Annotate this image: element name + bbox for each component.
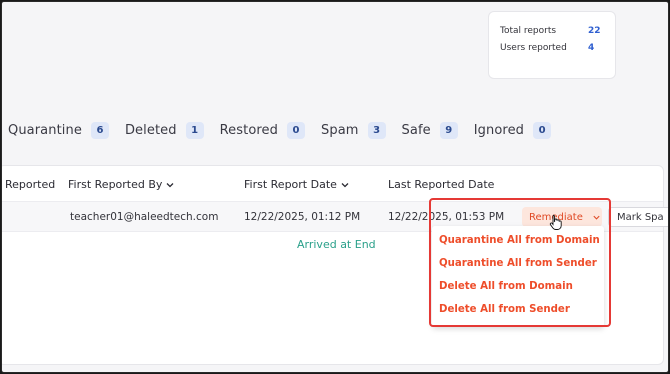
count-badge: 0 <box>287 121 305 139</box>
menu-item-quarantine-sender[interactable]: Quarantine All from Sender <box>439 258 597 269</box>
mark-spam-label: Mark Spa <box>617 212 664 223</box>
cell-first-report-date: 12/22/2025, 01:12 PM <box>244 211 361 223</box>
column-header-first-reported-by[interactable]: First Reported By <box>68 178 175 191</box>
tab-label: Deleted <box>124 122 177 138</box>
tab-deleted[interactable]: Deleted 1 <box>124 121 204 139</box>
tab-quarantine[interactable]: Quarantine 6 <box>8 121 109 139</box>
cell-last-reported-date: 12/22/2025, 01:53 PM <box>388 211 505 223</box>
chevron-down-icon <box>593 215 600 220</box>
column-header-label: Reported <box>5 178 56 191</box>
app-window: Total reports 22 Users reported 4 Quaran… <box>1 1 669 373</box>
table-header: Reported First Reported By First Report … <box>2 166 663 202</box>
count-badge: 6 <box>90 121 109 139</box>
menu-item-delete-domain[interactable]: Delete All from Domain <box>439 281 573 292</box>
stat-users-reported: Users reported 4 <box>500 39 615 56</box>
cell-first-reported-by: teacher01@haleedtech.com <box>70 211 219 223</box>
column-header-label: Last Reported Date <box>388 178 495 191</box>
count-badge: 0 <box>533 121 552 139</box>
tab-label: Spam <box>321 122 359 138</box>
tab-restored[interactable]: Restored 0 <box>219 121 305 139</box>
chevron-down-icon <box>341 182 349 187</box>
tab-ignored[interactable]: Ignored 0 <box>473 121 552 139</box>
stat-total-reports: Total reports 22 <box>500 22 615 39</box>
column-header-label: First Reported By <box>68 178 163 191</box>
count-badge: 9 <box>439 121 458 139</box>
tab-label: Restored <box>219 122 278 138</box>
column-header-label: First Report Date <box>244 178 337 191</box>
column-header-first-report-date[interactable]: First Report Date <box>244 178 350 191</box>
tab-label: Safe <box>401 122 431 138</box>
hand-cursor-icon <box>549 214 562 230</box>
tab-spam[interactable]: Spam 3 <box>321 121 386 139</box>
count-badge: 3 <box>367 121 386 139</box>
tab-safe[interactable]: Safe 9 <box>401 121 458 139</box>
menu-item-delete-sender[interactable]: Delete All from Sender <box>439 304 570 315</box>
stat-value[interactable]: 4 <box>588 43 594 53</box>
stats-card: Total reports 22 Users reported 4 <box>488 11 616 79</box>
remediate-dropdown-menu: Quarantine All from Domain Quarantine Al… <box>432 226 604 327</box>
menu-item-quarantine-domain[interactable]: Quarantine All from Domain <box>439 235 600 246</box>
tab-label: Ignored <box>473 122 525 138</box>
column-header-last-reported-date[interactable]: Last Reported Date <box>388 178 494 191</box>
stat-value[interactable]: 22 <box>588 26 601 36</box>
status-tabs: Quarantine 6 Deleted 1 Restored 0 Spam 3… <box>8 118 567 142</box>
tab-label: Quarantine <box>8 122 82 138</box>
chevron-down-icon <box>166 182 174 187</box>
end-of-list-text: Arrived at End <box>297 238 376 251</box>
stat-label: Users reported <box>500 42 567 53</box>
stat-label: Total reports <box>500 25 557 36</box>
count-badge: 1 <box>185 121 204 139</box>
mark-spam-button[interactable]: Mark Spa <box>608 207 668 227</box>
column-header-reported[interactable]: Reported <box>5 178 55 191</box>
